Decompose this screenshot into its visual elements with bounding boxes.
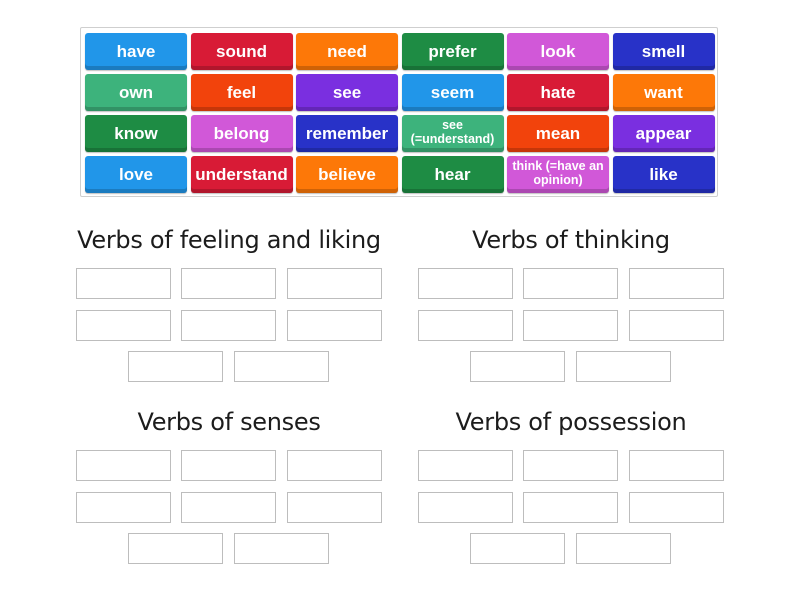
- drop-slot[interactable]: [629, 450, 724, 481]
- drop-slot[interactable]: [470, 533, 565, 564]
- word-tile[interactable]: hear: [401, 156, 504, 193]
- drop-slot[interactable]: [234, 351, 329, 382]
- word-tile[interactable]: feel: [190, 74, 293, 111]
- word-tile[interactable]: like: [612, 156, 715, 193]
- drop-slot[interactable]: [523, 310, 618, 341]
- drop-slot[interactable]: [128, 351, 223, 382]
- word-tile-label: seem: [430, 83, 475, 102]
- drop-slot[interactable]: [76, 492, 171, 523]
- word-tile[interactable]: mean: [507, 115, 609, 152]
- word-tile-label: feel: [226, 83, 257, 102]
- drop-slot[interactable]: [523, 268, 618, 299]
- word-tile[interactable]: belong: [190, 115, 293, 152]
- drop-slot[interactable]: [418, 492, 513, 523]
- word-tile[interactable]: believe: [296, 156, 398, 193]
- word-tile[interactable]: need: [296, 33, 398, 70]
- drop-slot[interactable]: [181, 310, 276, 341]
- word-tile[interactable]: look: [507, 33, 609, 70]
- word-tile[interactable]: seem: [401, 74, 504, 111]
- word-tile-label: own: [119, 83, 153, 102]
- group-title: Verbs of feeling and liking: [77, 226, 381, 254]
- word-tile-label: have: [116, 42, 156, 61]
- drop-slot[interactable]: [418, 268, 513, 299]
- drop-slot[interactable]: [181, 450, 276, 481]
- word-tile[interactable]: sound: [190, 33, 293, 70]
- word-tile-label: understand: [195, 165, 288, 184]
- drop-slot[interactable]: [629, 310, 724, 341]
- drop-slot[interactable]: [76, 450, 171, 481]
- word-tile[interactable]: know: [85, 115, 187, 152]
- drop-slot[interactable]: [629, 492, 724, 523]
- drop-slot[interactable]: [76, 310, 171, 341]
- word-tile-label: want: [644, 83, 683, 102]
- word-tile-label: smell: [641, 42, 686, 61]
- word-tile-label: sound: [216, 42, 267, 61]
- word-tile[interactable]: hate: [507, 74, 609, 111]
- word-tile-label: like: [649, 165, 678, 184]
- word-tile[interactable]: prefer: [401, 33, 504, 70]
- word-tile-label: think (=have an opinion): [512, 159, 604, 187]
- word-tile-label: know: [114, 124, 158, 143]
- drop-slot[interactable]: [128, 533, 223, 564]
- word-tile[interactable]: appear: [612, 115, 715, 152]
- word-tile-label: prefer: [428, 42, 477, 61]
- word-tile-label: need: [327, 42, 367, 61]
- word-tile-label: love: [118, 165, 154, 184]
- word-tile[interactable]: love: [85, 156, 187, 193]
- word-tile[interactable]: see (=understand): [401, 115, 504, 152]
- word-tile-label: believe: [318, 165, 376, 184]
- drop-slot[interactable]: [470, 351, 565, 382]
- group-title: Verbs of possession: [455, 408, 687, 436]
- drop-slot[interactable]: [76, 268, 171, 299]
- drop-slot[interactable]: [181, 492, 276, 523]
- drop-slot[interactable]: [287, 450, 382, 481]
- word-tile[interactable]: see: [296, 74, 398, 111]
- word-tile-label: see (=understand): [410, 118, 495, 146]
- word-tile[interactable]: think (=have an opinion): [507, 156, 609, 193]
- word-tile-label: hear: [434, 165, 471, 184]
- word-tile-bank: have sound need prefer look smell own feel see se…: [80, 27, 718, 197]
- drop-slot[interactable]: [181, 268, 276, 299]
- word-tile-label: see: [332, 83, 362, 102]
- drop-slot[interactable]: [287, 492, 382, 523]
- word-tile[interactable]: remember: [296, 115, 398, 152]
- word-tile[interactable]: own: [85, 74, 187, 111]
- word-tile-label: mean: [535, 124, 581, 143]
- group-title: Verbs of thinking: [472, 226, 670, 254]
- word-tile-label: hate: [540, 83, 576, 102]
- word-tile[interactable]: want: [612, 74, 715, 111]
- word-tile[interactable]: have: [85, 33, 187, 70]
- group-title: Verbs of senses: [137, 408, 321, 436]
- drop-slot[interactable]: [418, 450, 513, 481]
- drop-slot[interactable]: [629, 268, 724, 299]
- drop-slot[interactable]: [234, 533, 329, 564]
- drop-slot[interactable]: [523, 450, 618, 481]
- drop-slot[interactable]: [287, 268, 382, 299]
- drop-slot[interactable]: [523, 492, 618, 523]
- word-tile[interactable]: smell: [612, 33, 715, 70]
- drop-slot[interactable]: [287, 310, 382, 341]
- word-tile[interactable]: understand: [190, 156, 293, 193]
- drop-slot[interactable]: [576, 351, 671, 382]
- word-tile-label: look: [540, 42, 576, 61]
- word-tile-label: appear: [635, 124, 692, 143]
- word-tile-label: belong: [213, 124, 270, 143]
- drop-slot[interactable]: [418, 310, 513, 341]
- drop-slot[interactable]: [576, 533, 671, 564]
- word-tile-label: remember: [305, 124, 389, 143]
